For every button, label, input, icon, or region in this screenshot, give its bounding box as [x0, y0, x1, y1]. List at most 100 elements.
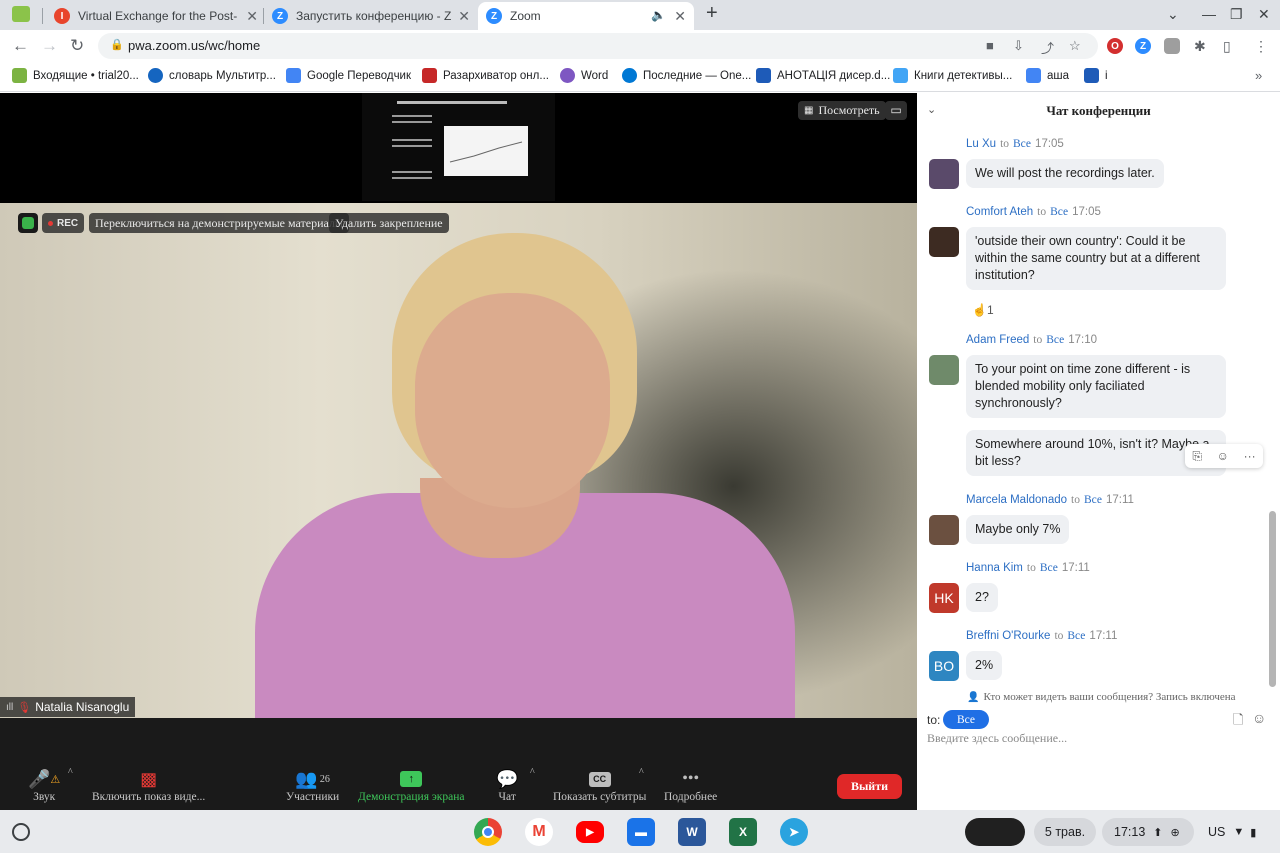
tab-start-conference[interactable]: Z Запустить конференцию - Zoom ✕	[264, 2, 478, 30]
new-tab-icon[interactable]: +	[706, 2, 718, 25]
sender-name[interactable]: Comfort Ateh	[966, 206, 1033, 218]
install-app-icon[interactable]: ⇩	[1013, 38, 1024, 54]
omnibox[interactable]: 🔒 pwa.zoom.us/wc/home ■ ⇩ ⤴ ☆	[98, 33, 1098, 59]
chat-button[interactable]: 💬 Чат ^	[496, 767, 535, 803]
tab-search-icon[interactable]	[12, 6, 30, 22]
switch-to-shared-button[interactable]: Переключиться на демонстрируемые материа…	[89, 213, 349, 233]
message-bubble: We will post the recordings later.	[966, 159, 1164, 188]
zoom-extension-icon[interactable]: Z	[1135, 38, 1151, 54]
close-tab-icon[interactable]: ✕	[246, 8, 258, 25]
close-window-icon[interactable]: ✕	[1258, 6, 1270, 23]
extension-icon[interactable]	[1164, 38, 1180, 54]
person-info-icon: 👤	[967, 692, 980, 703]
telegram-app-icon[interactable]: ➤	[780, 818, 808, 846]
os-shelf: M ▶ ▬ W X ➤ 5 трав. 17:13 ⬆ ⊕ US ▼ ▮	[0, 810, 1280, 853]
bookmark-item[interactable]: Последние — One...	[622, 68, 751, 83]
back-icon[interactable]: ←	[12, 36, 29, 56]
tab-virtual-exchange[interactable]: I Virtual Exchange for the Post-Pa ✕	[46, 2, 266, 30]
emoji-icon[interactable]: ☺	[1252, 710, 1266, 726]
gmail-app-icon[interactable]: M	[525, 818, 553, 846]
chrome-app-icon[interactable]	[474, 818, 502, 846]
bookmark-item[interactable]: АНОТАЦІЯ дисер.d...	[756, 68, 890, 83]
sender-name[interactable]: Adam Freed	[966, 334, 1029, 346]
bookmark-item[interactable]: Книги детективы...	[893, 68, 1012, 83]
youtube-app-icon[interactable]: ▶	[576, 821, 604, 843]
chat-scrollbar[interactable]	[1269, 511, 1276, 687]
bookmark-item[interactable]: словарь Мультитр...	[148, 68, 276, 83]
launcher-icon[interactable]	[12, 823, 30, 841]
avatar[interactable]	[929, 515, 959, 545]
reply-icon[interactable]: ⎘	[1192, 449, 1202, 464]
word-app-icon[interactable]: W	[678, 818, 706, 846]
audio-playing-icon[interactable]: 🔈	[651, 8, 666, 22]
avatar[interactable]	[929, 159, 959, 189]
unpin-button[interactable]: Удалить закрепление	[329, 213, 449, 233]
file-icon[interactable]: 🗋	[1233, 711, 1243, 733]
chat-visibility-notice[interactable]: 👤 Кто может видеть ваши сообщения? Запись…	[967, 691, 1236, 703]
captions-caret-icon[interactable]: ^	[639, 767, 644, 778]
bookmark-favicon-icon	[560, 68, 575, 83]
bookmark-item[interactable]: Google Переводчик	[286, 68, 411, 83]
bookmark-star-icon[interactable]: ☆	[1069, 38, 1081, 54]
chat-message-input[interactable]	[927, 731, 1227, 746]
bookmark-item[interactable]: аша	[1026, 68, 1069, 83]
bookmark-item[interactable]: Word	[560, 68, 608, 83]
camera-icon[interactable]: ■	[986, 38, 994, 53]
forward-icon[interactable]: →	[41, 36, 58, 56]
shared-screen-thumbnail[interactable]	[362, 93, 555, 201]
audio-button[interactable]: 🎤 ⚠ Звук ^	[28, 767, 73, 803]
tab-zoom[interactable]: Z Zoom 🔈 ✕	[478, 2, 694, 30]
sender-name[interactable]: Breffni O'Rourke	[966, 630, 1050, 642]
system-tray[interactable]: US ▼ ▮	[1198, 818, 1274, 846]
close-tab-icon[interactable]: ✕	[674, 8, 686, 25]
reaction-chip[interactable]: ☝1	[972, 303, 994, 317]
sender-name[interactable]: Hanna Kim	[966, 562, 1023, 574]
avatar[interactable]: HK	[929, 583, 959, 613]
menu-icon[interactable]: ⋮	[1254, 38, 1268, 55]
recording-indicator[interactable]: REC	[42, 213, 85, 233]
share-screen-button[interactable]: ↑ Демонстрация экрана	[358, 767, 465, 803]
view-button[interactable]: ▦ Посмотреть	[798, 101, 886, 120]
recipient-select[interactable]: Все	[943, 710, 989, 729]
audio-caret-icon[interactable]: ^	[68, 767, 73, 778]
chat-caret-icon[interactable]: ^	[530, 767, 535, 778]
avatar[interactable]	[929, 355, 959, 385]
sender-name[interactable]: Marcela Maldonado	[966, 494, 1067, 506]
more-bookmarks-icon[interactable]: »	[1255, 68, 1262, 83]
minimize-icon[interactable]: —	[1202, 6, 1216, 22]
start-video-button[interactable]: ▩ Включить показ виде...	[92, 767, 205, 804]
security-shield-icon[interactable]	[18, 213, 38, 233]
tab-search-chevron-icon[interactable]: ⌄	[1167, 6, 1179, 23]
opera-extension-icon[interactable]: O	[1107, 38, 1123, 54]
side-panel-icon[interactable]: ▯	[1223, 38, 1231, 55]
captions-button[interactable]: CC Показать субтитры ^	[553, 767, 646, 803]
restore-icon[interactable]: ❐	[1230, 6, 1243, 23]
bookmark-item[interactable]: Входящие • trial20...	[12, 68, 139, 83]
recipient-label: Все	[1083, 494, 1102, 506]
date-pill[interactable]: 5 трав.	[1034, 818, 1096, 846]
holding-space-thumbnails[interactable]	[965, 818, 1025, 846]
reload-icon[interactable]: ↻	[70, 36, 84, 56]
extensions-puzzle-icon[interactable]: ✱	[1194, 38, 1206, 55]
participants-button[interactable]: 👥 26 Участники	[286, 767, 339, 804]
share-icon[interactable]: ⤴	[1041, 38, 1054, 57]
bookmark-item[interactable]: Разархиватор онл...	[422, 68, 549, 83]
add-reaction-icon[interactable]: ☺	[1217, 449, 1229, 463]
bookmark-item[interactable]: і	[1084, 68, 1108, 83]
leave-button[interactable]: Выйти	[837, 774, 902, 799]
more-button[interactable]: ••• Подробнее	[664, 767, 717, 803]
files-app-icon[interactable]: ▬	[627, 818, 655, 846]
time-pill[interactable]: 17:13 ⬆ ⊕	[1102, 818, 1194, 846]
translate-icon	[286, 68, 301, 83]
close-tab-icon[interactable]: ✕	[458, 8, 470, 25]
sender-name[interactable]: Lu Xu	[966, 138, 996, 150]
lock-icon[interactable]: 🔒	[110, 38, 124, 51]
avatar[interactable]: BO	[929, 651, 959, 681]
minimize-share-icon[interactable]: ▭	[885, 101, 907, 120]
url-text[interactable]: pwa.zoom.us/wc/home	[128, 38, 260, 53]
battery-icon: ▮	[1250, 826, 1257, 839]
message-header: Hanna Kim to Все 17:11	[966, 562, 1090, 574]
avatar[interactable]	[929, 227, 959, 257]
more-actions-icon[interactable]: ···	[1244, 449, 1256, 463]
excel-app-icon[interactable]: X	[729, 818, 757, 846]
